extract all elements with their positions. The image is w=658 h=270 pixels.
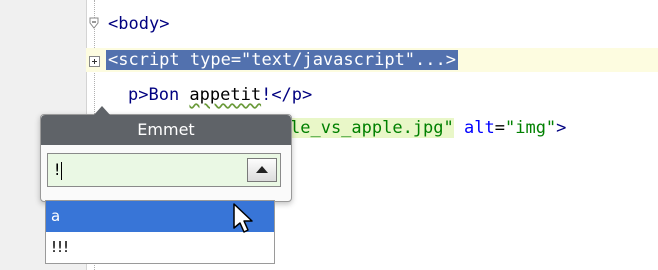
code-line-img: le_vs_apple.jpg" alt="img">: [290, 117, 566, 139]
tag-close: >: [159, 14, 170, 34]
text-caret: [61, 161, 63, 180]
paragraph-tag-end: !</p>: [261, 85, 313, 105]
tag-open: <: [108, 14, 119, 34]
paragraph-tag-start: p>Bon: [128, 85, 190, 105]
code-line-paragraph: p>Bon appetit!</p>: [128, 84, 312, 106]
code-line-script[interactable]: <script type="text/javascript"...>: [106, 49, 458, 71]
history-dropdown-button[interactable]: [247, 158, 277, 182]
img-src-value: le_vs_apple.jpg": [290, 118, 454, 138]
alt-attr: alt: [464, 118, 495, 138]
abbreviation-value[interactable]: !: [54, 160, 60, 179]
emmet-abbreviation-input[interactable]: !: [47, 153, 281, 187]
emmet-popup-title: Emmet: [41, 115, 291, 145]
code-line-body: <body>: [108, 13, 169, 35]
spellcheck-word[interactable]: appetit: [189, 85, 261, 105]
emmet-popup: Emmet !: [40, 106, 292, 202]
img-tag-end: >: [556, 118, 567, 138]
fold-expand-icon[interactable]: [89, 56, 100, 67]
tag-name: body: [118, 14, 160, 34]
equals: =: [494, 118, 505, 138]
fold-collapse-icon[interactable]: [89, 17, 99, 29]
alt-value: "img": [504, 118, 557, 138]
selected-script-tag[interactable]: <script type="text/javascript"...>: [106, 50, 458, 70]
mouse-pointer-icon: [233, 203, 253, 233]
